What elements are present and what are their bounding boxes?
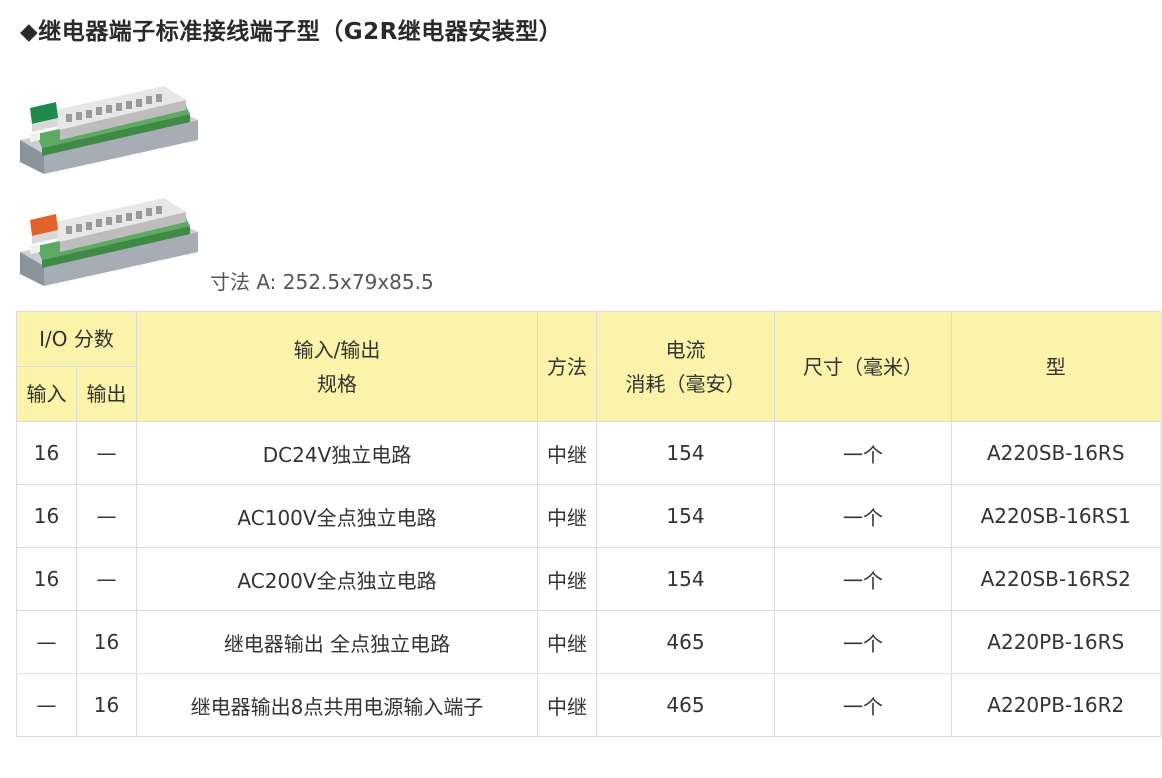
spec-header: 输入/输出 规格 [136,311,538,422]
spec-cell: AC200V全点独立电路 [136,547,538,611]
table-row: 16 — AC100V全点独立电路 中继 154 一个 A220SB-16RS1 [16,484,1162,548]
current-cell: 154 [596,547,775,611]
size-cell: 一个 [774,673,952,737]
input-cell: 16 [16,421,77,485]
input-cell: 16 [16,484,77,548]
method-cell: 中继 [537,673,597,737]
model-header: 型 [951,311,1162,422]
current-header-line1: 电流 [665,337,706,362]
spec-table: I/O 分数 输入/输出 规格 方法 电流 消耗（毫安） 尺寸（毫米） 型 输入… [16,311,1162,737]
method-cell: 中继 [537,610,597,674]
method-cell: 中继 [537,421,597,485]
size-cell: 一个 [774,547,952,611]
table-row: 16 — DC24V独立电路 中继 154 一个 A220SB-16RS [16,421,1162,485]
output-cell: — [76,547,137,611]
method-header: 方法 [537,311,597,422]
header-row-1: I/O 分数 输入/输出 规格 方法 电流 消耗（毫安） 尺寸（毫米） 型 [16,311,1162,422]
method-cell: 中继 [537,547,597,611]
relay-terminal-image-orange [20,198,198,286]
table-row: — 16 继电器输出8点共用电源输入端子 中继 465 一个 A220PB-16… [16,673,1162,737]
method-cell: 中继 [537,484,597,548]
spec-header-line1: 输入/输出 [293,337,381,362]
size-cell: 一个 [774,484,952,548]
spec-header-line2: 规格 [317,371,357,396]
output-header: 输出 [76,366,137,422]
output-cell: — [76,484,137,548]
output-cell: 16 [76,610,137,674]
dimension-label: 寸法 A: 252.5x79x85.5 [210,270,434,294]
current-header: 电流 消耗（毫安） [596,311,775,422]
current-cell: 154 [596,484,775,548]
output-cell: — [76,421,137,485]
current-cell: 154 [596,421,775,485]
model-cell: A220SB-16RS [951,421,1162,485]
spec-cell: 继电器输出8点共用电源输入端子 [136,673,538,737]
size-cell: 一个 [774,421,952,485]
model-cell: A220SB-16RS2 [951,547,1162,611]
model-cell: A220PB-16RS [951,610,1162,674]
model-cell: A220PB-16R2 [951,673,1162,737]
spec-cell: DC24V独立电路 [136,421,538,485]
current-cell: 465 [596,673,775,737]
input-cell: 16 [16,547,77,611]
input-cell: — [16,610,77,674]
current-header-line2: 消耗（毫安） [625,371,746,396]
size-header: 尺寸（毫米） [774,311,952,422]
io-count-header: I/O 分数 [16,311,137,367]
size-cell: 一个 [774,610,952,674]
current-cell: 465 [596,610,775,674]
input-cell: — [16,673,77,737]
spec-cell: AC100V全点独立电路 [136,484,538,548]
input-header: 输入 [16,366,77,422]
spec-cell: 继电器输出 全点独立电路 [136,610,538,674]
table-row: — 16 继电器输出 全点独立电路 中继 465 一个 A220PB-16RS [16,610,1162,674]
output-cell: 16 [76,673,137,737]
relay-terminal-image-green [20,86,198,174]
model-cell: A220SB-16RS1 [951,484,1162,548]
page-title: ◆继电器端子标准接线端子型（G2R继电器安装型） [20,19,563,45]
table-row: 16 — AC200V全点独立电路 中继 154 一个 A220SB-16RS2 [16,547,1162,611]
